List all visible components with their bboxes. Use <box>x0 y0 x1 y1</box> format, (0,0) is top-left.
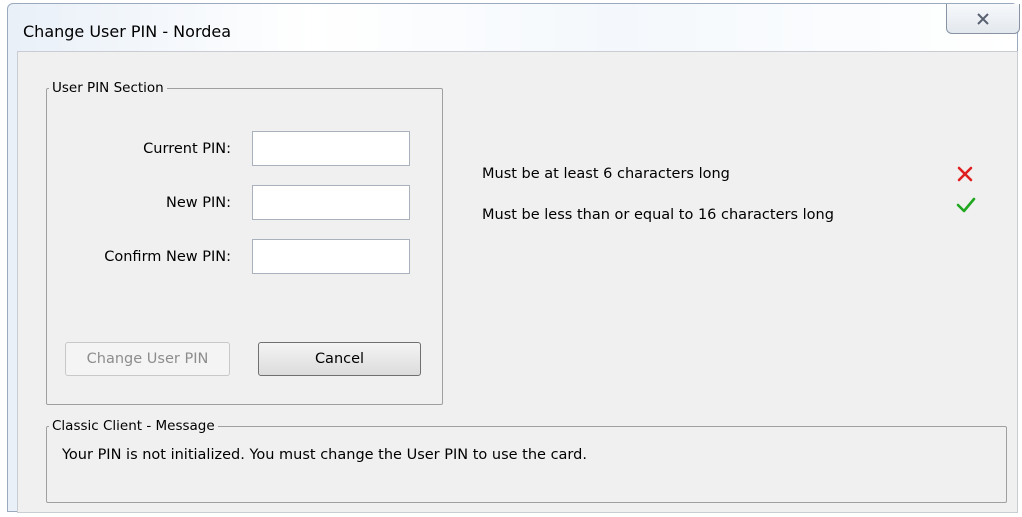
user-pin-section-legend: User PIN Section <box>52 80 164 96</box>
confirm-new-pin-input[interactable] <box>252 239 410 274</box>
dialog-client-area: User PIN Section Current PIN: New PIN: C… <box>17 51 1018 513</box>
message-text: Your PIN is not initialized. You must ch… <box>62 447 587 463</box>
close-icon <box>977 12 989 25</box>
new-pin-label: New PIN: <box>166 195 231 211</box>
rule-max-length-text: Must be less than or equal to 16 charact… <box>482 207 834 223</box>
message-section-legend: Classic Client - Message <box>52 418 215 434</box>
current-pin-input[interactable] <box>252 131 410 166</box>
title-bar[interactable]: Change User PIN - Nordea <box>8 4 1020 56</box>
dialog-window: Change User PIN - Nordea User PIN Sectio… <box>7 3 1020 513</box>
current-pin-label: Current PIN: <box>143 141 231 157</box>
confirm-new-pin-label: Confirm New PIN: <box>104 249 231 265</box>
close-button[interactable] <box>946 4 1020 34</box>
check-icon <box>956 197 976 213</box>
window-title: Change User PIN - Nordea <box>23 22 232 41</box>
new-pin-input[interactable] <box>252 185 410 220</box>
change-user-pin-button[interactable]: Change User PIN <box>65 342 230 376</box>
cross-icon <box>957 166 973 182</box>
rule-min-length-text: Must be at least 6 characters long <box>482 166 730 182</box>
cancel-button[interactable]: Cancel <box>258 342 421 376</box>
